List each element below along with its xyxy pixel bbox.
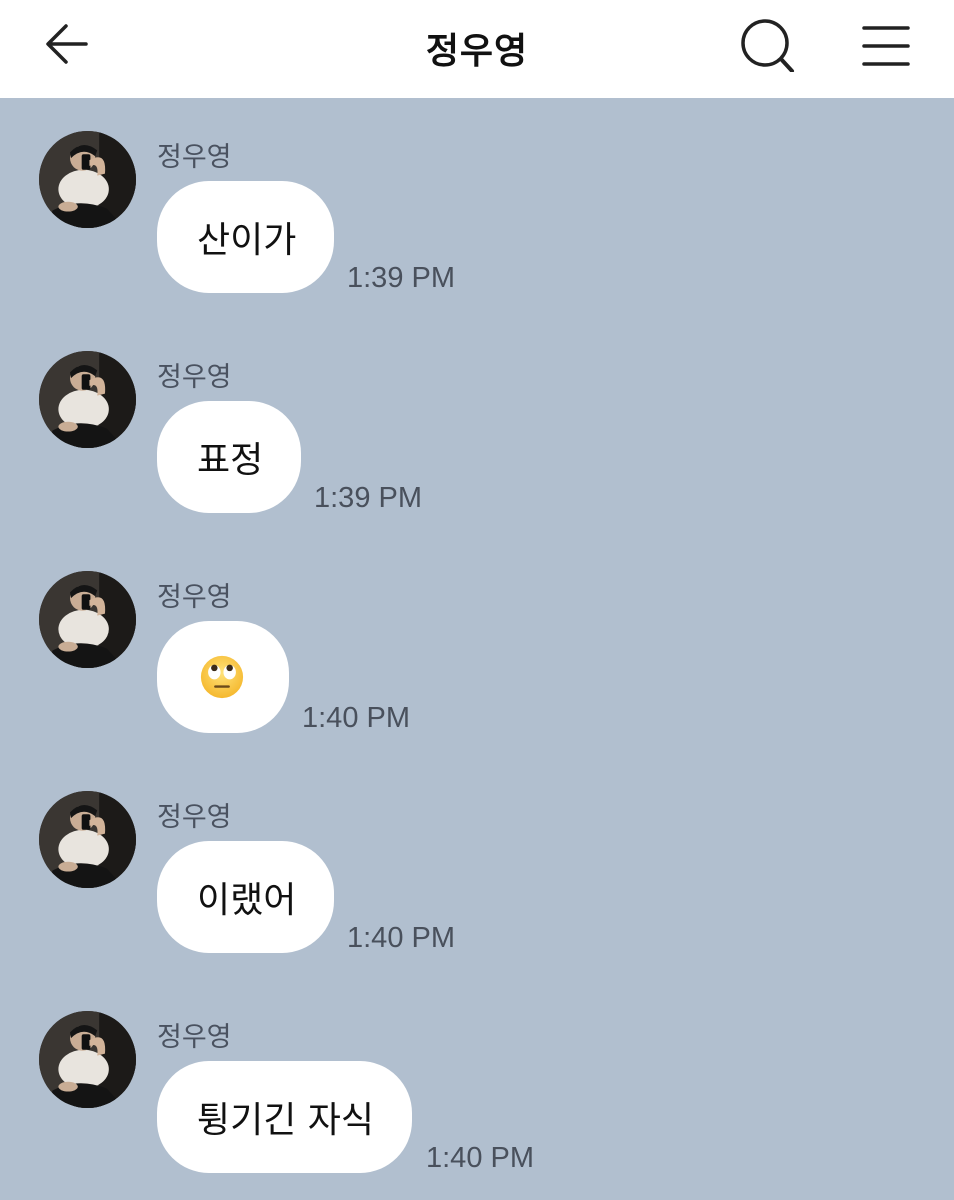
avatar[interactable]: [39, 571, 136, 668]
sender-name: 정우영: [157, 1022, 232, 1053]
chat-title: 정우영: [425, 31, 529, 72]
face-with-rolling-eyes-icon: [200, 655, 244, 699]
message-bubble[interactable]: 이랬어: [157, 841, 335, 953]
message-text: 표정: [197, 440, 264, 481]
message-time: 1:40 PM: [302, 702, 410, 734]
message-time: 1:39 PM: [314, 482, 422, 514]
avatar-photo-icon: [39, 571, 136, 668]
message-list[interactable]: 정우영 산이가 1:39 PM 정우영 표정 1:39 PM 정우영 1:40 …: [0, 98, 954, 1200]
search-icon: [741, 19, 794, 72]
avatar[interactable]: [39, 131, 136, 228]
message-bubble[interactable]: 튕기긴 자식: [157, 1061, 413, 1173]
message-bubble[interactable]: 표정: [157, 401, 302, 513]
message-time: 1:40 PM: [347, 922, 455, 954]
message-bubble[interactable]: 산이가: [157, 181, 335, 293]
avatar[interactable]: [39, 791, 136, 888]
message-text: 이랬어: [197, 880, 297, 921]
avatar[interactable]: [39, 351, 136, 448]
sender-name: 정우영: [157, 582, 232, 613]
message-text: 산이가: [197, 220, 297, 261]
message-row: 정우영 1:40 PM: [0, 538, 954, 738]
message-time: 1:40 PM: [426, 1142, 534, 1174]
avatar[interactable]: [39, 1011, 136, 1108]
avatar-photo-icon: [39, 131, 136, 228]
message-row: 정우영 산이가 1:39 PM: [0, 98, 954, 298]
menu-button[interactable]: [854, 16, 918, 72]
avatar-photo-icon: [39, 351, 136, 448]
menu-icon: [862, 26, 910, 66]
chat-header: 정우영: [0, 0, 954, 98]
sender-name: 정우영: [157, 362, 232, 393]
avatar-photo-icon: [39, 1011, 136, 1108]
message-row: 정우영 이랬어 1:40 PM: [0, 758, 954, 958]
message-row: 정우영 튕기긴 자식 1:40 PM: [0, 978, 954, 1178]
message-text: 튕기긴 자식: [197, 1100, 375, 1141]
message-row: 정우영 표정 1:39 PM: [0, 318, 954, 518]
message-time: 1:39 PM: [347, 262, 455, 294]
message-bubble[interactable]: [157, 621, 289, 733]
search-button[interactable]: [734, 16, 798, 72]
sender-name: 정우영: [157, 142, 232, 173]
sender-name: 정우영: [157, 802, 232, 833]
avatar-photo-icon: [39, 791, 136, 888]
